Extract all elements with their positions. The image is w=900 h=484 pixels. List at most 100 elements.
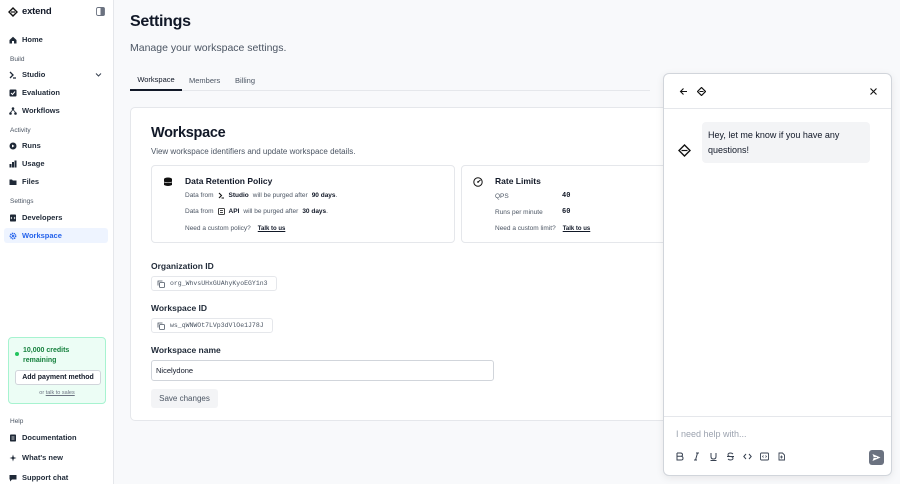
- workspace-id-value: ws_qWNWOt7LVp3dVlOe1J78J: [170, 322, 264, 329]
- settings-tabs: Workspace Members Billing: [130, 70, 650, 91]
- sidebar-item-documentation[interactable]: Documentation: [4, 430, 108, 445]
- sidebar-item-home[interactable]: Home: [4, 32, 108, 47]
- sidebar-item-label: Files: [22, 177, 40, 186]
- rpm-row: Runs per minute 60: [495, 208, 570, 216]
- sidebar-item-developers[interactable]: Developers: [4, 210, 108, 225]
- talk-to-us-link[interactable]: Talk to us: [258, 226, 286, 232]
- sidebar-item-label: Documentation: [22, 433, 77, 442]
- sidebar-item-label: Studio: [22, 70, 46, 79]
- retention-custom-row: Need a custom policy? Talk to us: [185, 225, 285, 232]
- brand-name: extend: [22, 6, 52, 17]
- retention-prefix: Data from: [185, 192, 214, 199]
- evaluation-icon: [9, 89, 17, 96]
- copy-icon[interactable]: [157, 280, 165, 288]
- custom-policy-text: Need a custom policy?: [185, 225, 251, 232]
- tab-members[interactable]: Members: [181, 70, 228, 91]
- italic-icon[interactable]: [692, 452, 701, 461]
- copy-icon[interactable]: [157, 322, 165, 330]
- section-settings: Settings: [10, 198, 34, 205]
- chat-composer: I need help with...: [664, 416, 891, 475]
- extend-logo-icon: [8, 6, 18, 17]
- qps-row: QPS 40: [495, 192, 570, 200]
- retention-days: 30 days: [302, 208, 327, 215]
- workspace-name-input[interactable]: Nicelydone: [151, 360, 494, 381]
- retention-row-api: Data from API will be purged after 30 da…: [185, 208, 328, 215]
- send-button[interactable]: [869, 450, 884, 465]
- rate-custom-row: Need a custom limit? Talk to us: [495, 225, 590, 232]
- retention-source: Studio: [228, 192, 249, 199]
- save-changes-button[interactable]: Save changes: [151, 389, 218, 408]
- sidebar-item-workspace[interactable]: Workspace: [4, 228, 108, 243]
- code-file-icon: [10, 214, 16, 221]
- workspace-title: Workspace: [151, 125, 226, 141]
- tab-workspace[interactable]: Workspace: [130, 70, 182, 91]
- extend-logo-icon: [697, 87, 706, 96]
- close-icon[interactable]: [869, 87, 878, 96]
- data-retention-card: Data Retention Policy Data from Studio w…: [151, 165, 455, 243]
- retention-middle: will be purged after: [243, 208, 299, 215]
- organization-id-field[interactable]: org_WhvsUHxGUAhyKyoEGY1n3: [151, 276, 277, 291]
- sidebar-item-files[interactable]: Files: [4, 174, 108, 189]
- chat-bubble-icon: [9, 474, 17, 481]
- sidebar-item-support-chat[interactable]: Support chat: [4, 470, 108, 484]
- retention-suffix: .: [326, 208, 328, 215]
- send-icon: [872, 454, 881, 461]
- bold-icon[interactable]: [675, 452, 684, 461]
- rate-limits-card: Rate Limits QPS 40 Runs per minute 60 Ne…: [461, 165, 696, 243]
- retention-days: 90 days: [311, 192, 336, 199]
- strikethrough-icon[interactable]: [726, 452, 735, 461]
- add-payment-method-button[interactable]: Add payment method: [15, 370, 101, 385]
- section-build: Build: [10, 56, 25, 63]
- code-icon[interactable]: [743, 452, 752, 461]
- chevron-down-icon[interactable]: [95, 71, 102, 78]
- workspace-panel: Workspace View workspace identifiers and…: [130, 107, 696, 421]
- organization-id-label: Organization ID: [151, 261, 214, 271]
- assistant-message: Hey, let me know if you have any questio…: [702, 122, 870, 163]
- retention-source: API: [228, 208, 240, 215]
- talk-to-us-link[interactable]: Talk to us: [563, 226, 591, 232]
- talk-to-sales: or talk to sales: [9, 390, 105, 396]
- credits-status-dot: [15, 352, 19, 356]
- data-retention-title: Data Retention Policy: [185, 176, 273, 186]
- attachment-icon[interactable]: [777, 452, 786, 461]
- api-icon: [217, 208, 225, 215]
- or-text: or: [39, 390, 45, 396]
- rpm-label: Runs per minute: [495, 208, 543, 216]
- sidebar-collapse-icon[interactable]: [96, 7, 105, 16]
- back-arrow-icon[interactable]: [679, 87, 688, 96]
- format-toolbar: [675, 452, 786, 461]
- tab-billing[interactable]: Billing: [227, 70, 263, 91]
- sidebar-item-evaluation[interactable]: Evaluation: [4, 85, 108, 100]
- sidebar-item-usage[interactable]: Usage: [4, 156, 108, 171]
- workspace-id-field[interactable]: ws_qWNWOt7LVp3dVlOe1J78J: [151, 318, 273, 333]
- runs-icon: [9, 142, 17, 149]
- workspace-id-label: Workspace ID: [151, 303, 208, 313]
- section-help: Help: [10, 418, 24, 425]
- sidebar-item-runs[interactable]: Runs: [4, 138, 108, 153]
- page-subtitle: Manage your workspace settings.: [130, 42, 287, 54]
- sidebar-item-label: What's new: [22, 453, 63, 462]
- rpm-value: 60: [562, 208, 571, 216]
- sidebar-item-studio[interactable]: Studio: [4, 67, 108, 82]
- underline-icon[interactable]: [709, 452, 718, 461]
- speedometer-icon: [473, 177, 483, 187]
- credits-card: 10,000 credits remaining Add payment met…: [8, 337, 106, 404]
- studio-icon: [218, 192, 224, 199]
- credits-remaining: 10,000 credits remaining: [23, 347, 70, 364]
- sidebar-item-label: Evaluation: [22, 88, 60, 97]
- retention-suffix: .: [335, 192, 338, 199]
- organization-id-value: org_WhvsUHxGUAhyKyoEGY1n3: [170, 280, 268, 287]
- sidebar-item-whats-new[interactable]: What's new: [4, 450, 108, 465]
- workspace-name-label: Workspace name: [151, 345, 221, 355]
- sidebar-item-label: Workspace: [22, 231, 62, 240]
- brand[interactable]: extend: [8, 6, 52, 17]
- sidebar-item-label: Runs: [22, 141, 41, 150]
- talk-to-sales-link[interactable]: talk to sales: [46, 390, 75, 396]
- chat-input[interactable]: I need help with...: [676, 429, 747, 439]
- code-block-icon[interactable]: [760, 452, 769, 461]
- sidebar-item-label: Support chat: [22, 473, 69, 482]
- sidebar-item-label: Home: [22, 35, 43, 44]
- sidebar-item-workflows[interactable]: Workflows: [4, 103, 108, 118]
- qps-value: 40: [562, 192, 571, 200]
- retention-middle: will be purged after: [252, 192, 308, 199]
